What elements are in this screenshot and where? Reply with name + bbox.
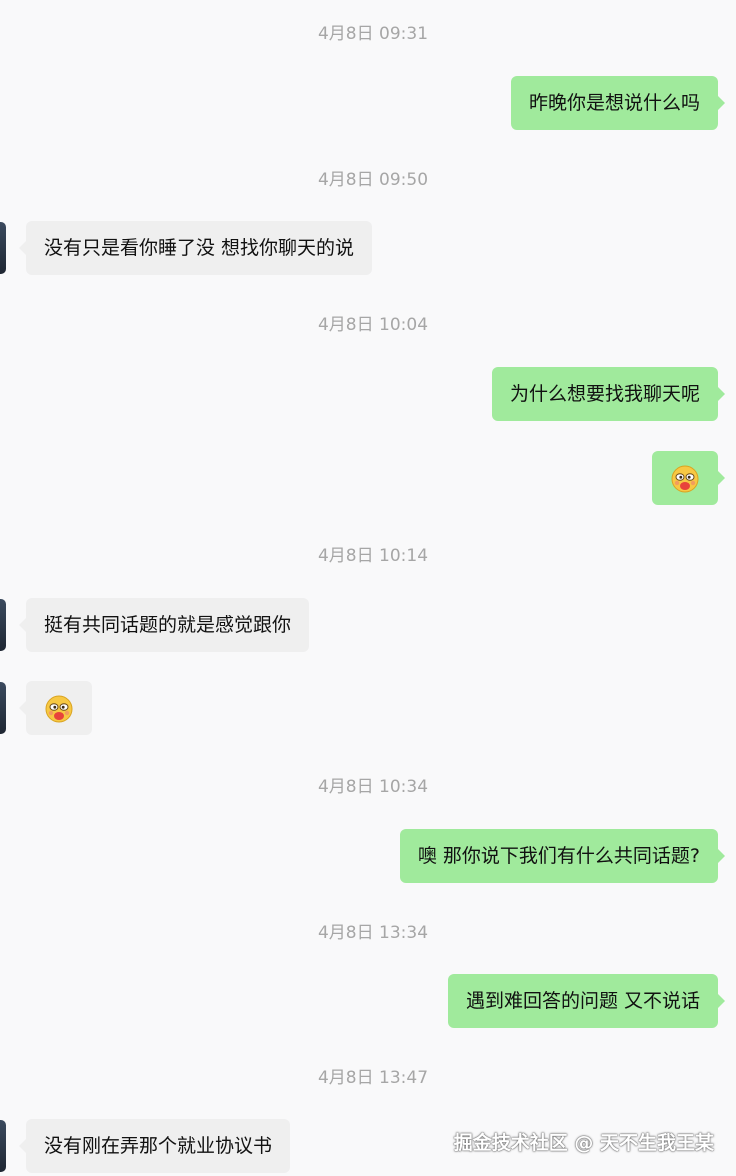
contact-avatar[interactable] [0,1120,6,1172]
message-text: 噢 那你说下我们有什么共同话题? [417,845,700,867]
message-timestamp: 4月8日 10:34 [317,777,429,797]
outgoing-emoji-bubble[interactable] [652,451,725,505]
shy-face-emoji-icon [45,695,73,722]
shy-face-emoji-icon [671,465,699,492]
message-text: 为什么想要找我聊天呢 [509,383,700,405]
incoming-message-bubble[interactable]: 没有刚在弄那个就业协议书 [18,1119,291,1173]
message-timestamp: 4月8日 09:31 [317,24,429,44]
message-text: 挺有共同话题的就是感觉跟你 [44,614,292,636]
message-text: 昨晚你是想说什么吗 [528,92,700,114]
outgoing-message-bubble[interactable]: 遇到难回答的问题 又不说话 [447,974,726,1028]
message-timestamp: 4月8日 10:04 [317,315,429,335]
outgoing-message-bubble[interactable]: 昨晚你是想说什么吗 [510,76,726,130]
message-timestamp: 4月8日 13:47 [317,1068,429,1088]
incoming-message-bubble[interactable]: 挺有共同话题的就是感觉跟你 [18,598,310,652]
incoming-message-bubble[interactable]: 没有只是看你睡了没 想找你聊天的说 [18,221,373,275]
contact-avatar[interactable] [0,682,6,734]
outgoing-message-bubble[interactable]: 为什么想要找我聊天呢 [491,367,726,421]
message-timestamp: 4月8日 13:34 [317,923,429,943]
chat-window: 4月8日 09:31 昨晚你是想说什么吗 4月8日 09:50 没有只是看你睡了… [0,0,736,1176]
contact-avatar[interactable] [0,222,6,274]
message-text: 遇到难回答的问题 又不说话 [465,990,700,1012]
outgoing-message-bubble[interactable]: 噢 那你说下我们有什么共同话题? [399,829,726,883]
message-text: 没有只是看你睡了没 想找你聊天的说 [44,237,355,259]
message-timestamp: 4月8日 09:50 [317,170,429,190]
incoming-emoji-bubble[interactable] [19,681,92,735]
message-timestamp: 4月8日 10:14 [317,546,429,566]
contact-avatar[interactable] [0,599,6,651]
watermark: 掘金技术社区 @ 天不生我王某 [453,1132,714,1154]
message-text: 没有刚在弄那个就业协议书 [44,1135,273,1157]
